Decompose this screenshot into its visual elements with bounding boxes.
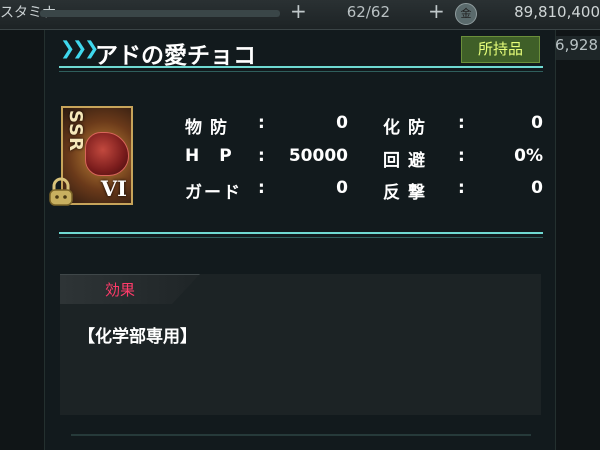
stat-label-guard: ガード: [185, 183, 242, 203]
effect-tab-label: 効果: [105, 281, 136, 299]
rarity-label: SSR: [65, 110, 86, 152]
effect-description: 【化学部専用】: [78, 327, 197, 347]
stat-colon: :: [258, 113, 265, 133]
status-bar: スタミナ + 62/62 + 金 89,810,400: [0, 0, 600, 30]
stat-label-hp: HP: [185, 146, 252, 166]
stat-label-evade: 回避: [383, 151, 433, 171]
divider: [59, 71, 543, 72]
stat-value-hp: 50000: [288, 146, 348, 166]
item-title-row: ❯❯❯ アドの愛チョコ 所持品: [45, 30, 557, 70]
stamina-bar: [40, 10, 280, 17]
chocolate-icon: [85, 132, 129, 176]
stat-value-guard: 0: [336, 178, 348, 198]
stat-colon: :: [258, 178, 265, 198]
divider: [59, 232, 543, 234]
item-name: アドの愛チョコ: [95, 43, 256, 69]
stat-label-counter: 反撃: [383, 183, 433, 203]
divider: [59, 66, 543, 68]
chevron-right-icon: ❯❯❯: [60, 38, 99, 59]
coin-icon: 金: [455, 3, 477, 25]
stat-value-evade: 0%: [514, 146, 543, 166]
item-detail-panel: ❯❯❯ アドの愛チョコ 所持品 SSR VI 物防 : 0 化防 : 0 HP …: [44, 30, 556, 450]
stat-value-chem-def: 0: [531, 113, 543, 133]
lock-icon[interactable]: [46, 177, 76, 207]
rank-label: VI: [100, 176, 127, 201]
stat-value-phys-def: 0: [336, 113, 348, 133]
stamina-plus-button[interactable]: +: [290, 0, 307, 23]
divider: [71, 434, 531, 436]
stat-colon: :: [258, 146, 265, 166]
money-plus-button[interactable]: +: [428, 0, 445, 23]
stat-label-phys-def: 物防: [185, 118, 235, 138]
stamina-value: 62/62: [346, 3, 390, 21]
stat-label-chem-def: 化防: [383, 118, 433, 138]
stat-value-counter: 0: [531, 178, 543, 198]
owned-badge: 所持品: [461, 36, 540, 63]
money-value: 89,810,400: [514, 3, 600, 21]
divider: [59, 237, 543, 238]
